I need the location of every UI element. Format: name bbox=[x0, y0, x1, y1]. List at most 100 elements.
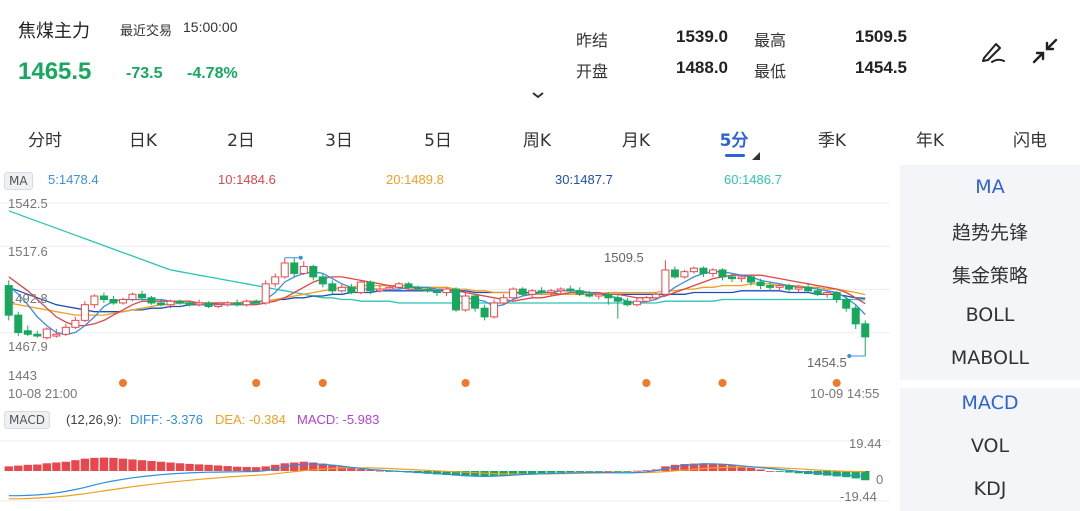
tab-5-min[interactable]: 5分 bbox=[694, 126, 774, 151]
macd-chart[interactable] bbox=[0, 435, 890, 507]
macd-bar bbox=[299, 461, 308, 471]
diff-line bbox=[8, 463, 866, 497]
ma10-value: 10:1484.6 bbox=[218, 172, 276, 187]
active-tab-underline bbox=[725, 154, 745, 157]
macd-bar bbox=[242, 466, 251, 471]
macd-bar bbox=[832, 471, 841, 477]
macd-bar bbox=[613, 471, 622, 472]
candle-body bbox=[594, 293, 603, 297]
candle-body bbox=[480, 307, 489, 318]
candle-body bbox=[328, 283, 337, 292]
macd-bar bbox=[118, 458, 128, 471]
macd-bar bbox=[756, 469, 765, 471]
macd-bar bbox=[33, 464, 42, 471]
tab-3-day[interactable]: 3日 bbox=[299, 126, 379, 151]
side-indicator-vol[interactable]: VOL bbox=[900, 435, 1080, 457]
side-panel-divider bbox=[900, 380, 1080, 388]
candle-body bbox=[356, 281, 365, 294]
tab-2-day[interactable]: 2日 bbox=[201, 126, 281, 151]
tab-flash[interactable]: 闪电 bbox=[990, 126, 1070, 151]
collapse-arrows-icon[interactable] bbox=[1030, 36, 1060, 66]
candle-body bbox=[509, 288, 518, 299]
candle-body bbox=[195, 302, 204, 306]
macd-bar bbox=[156, 461, 166, 471]
macd-bar bbox=[356, 469, 366, 471]
candle-body bbox=[423, 288, 432, 292]
side-indicator-boll[interactable]: BOLL bbox=[900, 304, 1080, 326]
side-indicator-macd[interactable]: MACD bbox=[900, 392, 1080, 414]
candle-body bbox=[775, 285, 784, 288]
candle-body bbox=[261, 283, 270, 304]
tab-month-k[interactable]: 月K bbox=[596, 126, 676, 151]
candle-body bbox=[670, 269, 679, 278]
kline-chart[interactable] bbox=[0, 193, 890, 398]
candle-body bbox=[204, 302, 213, 307]
macd-bar bbox=[61, 461, 71, 471]
tab-fenshi[interactable]: 分时 bbox=[5, 126, 85, 151]
candle-body bbox=[147, 297, 156, 304]
candle-body bbox=[785, 285, 794, 290]
macd-bar bbox=[727, 465, 737, 471]
macd-axis-top: 19.44 bbox=[849, 436, 882, 451]
draw-pen-icon[interactable] bbox=[978, 36, 1008, 66]
candle-body bbox=[80, 304, 89, 321]
candle-body bbox=[718, 269, 727, 278]
candle-body bbox=[823, 292, 832, 295]
tab-year-k[interactable]: 年K bbox=[890, 126, 970, 151]
macd-bar bbox=[556, 471, 565, 473]
candle-body bbox=[166, 300, 175, 306]
tab-5-day[interactable]: 5日 bbox=[398, 126, 478, 151]
candle-body bbox=[794, 286, 803, 290]
candle-body bbox=[33, 333, 42, 337]
side-indicator-trend[interactable]: 趋势先锋 bbox=[900, 218, 1080, 245]
open-value: 1488.0 bbox=[676, 58, 728, 77]
ma60-value: 60:1486.7 bbox=[724, 172, 782, 187]
macd-bar bbox=[80, 458, 90, 471]
side-indicator-maboll[interactable]: MABOLL bbox=[900, 347, 1080, 369]
candle-body bbox=[623, 300, 632, 306]
candle-body bbox=[556, 288, 565, 292]
side-indicator-gold[interactable]: 集金策略 bbox=[900, 261, 1080, 288]
instrument-title: 焦煤主力 bbox=[18, 21, 90, 42]
macd-bar bbox=[585, 471, 594, 472]
side-indicator-kdj[interactable]: KDJ bbox=[900, 478, 1080, 500]
candle-body bbox=[689, 267, 698, 273]
tab-week-k[interactable]: 周K bbox=[497, 126, 577, 151]
macd-bar bbox=[223, 466, 232, 471]
macd-bar bbox=[547, 471, 556, 473]
candle-body bbox=[471, 295, 480, 309]
macd-bar bbox=[128, 459, 137, 471]
macd-axis-zero: 0 bbox=[876, 472, 884, 487]
prev-settle-value: 1539.0 bbox=[676, 27, 728, 46]
macd-bar bbox=[528, 471, 537, 474]
expand-chevron-icon[interactable] bbox=[530, 86, 546, 99]
tab-dropdown-corner-icon[interactable] bbox=[752, 145, 760, 160]
tab-quarter-k[interactable]: 季K bbox=[792, 126, 872, 151]
macd-bar bbox=[175, 463, 185, 471]
candle-body bbox=[185, 302, 194, 306]
macd-bar bbox=[537, 471, 546, 474]
candle-body bbox=[575, 290, 584, 295]
indicator-side-panel bbox=[900, 165, 1080, 511]
side-indicator-ma[interactable]: MA bbox=[900, 176, 1080, 198]
macd-bar bbox=[632, 470, 642, 472]
macd-tag[interactable]: MACD bbox=[4, 411, 50, 429]
macd-bar bbox=[604, 471, 613, 472]
candle-body bbox=[499, 297, 508, 304]
candle-body bbox=[613, 297, 622, 302]
last-trade-time: 15:00:00 bbox=[183, 19, 238, 35]
ma-tag[interactable]: MA bbox=[4, 172, 33, 190]
macd-bar bbox=[137, 460, 147, 471]
macd-diff-value: DIFF: -3.376 bbox=[130, 412, 203, 427]
event-dot bbox=[642, 379, 651, 387]
macd-bar bbox=[252, 467, 261, 471]
macd-bar bbox=[166, 462, 175, 471]
candle-body bbox=[71, 319, 80, 328]
price-axis-label: 1542.5 bbox=[8, 196, 48, 211]
tab-day-k[interactable]: 日K bbox=[103, 126, 183, 151]
macd-bar bbox=[594, 471, 603, 472]
macd-bar bbox=[109, 457, 118, 471]
event-dot bbox=[252, 379, 261, 387]
ma30-value: 30:1487.7 bbox=[555, 172, 613, 187]
candle-body bbox=[347, 286, 356, 294]
